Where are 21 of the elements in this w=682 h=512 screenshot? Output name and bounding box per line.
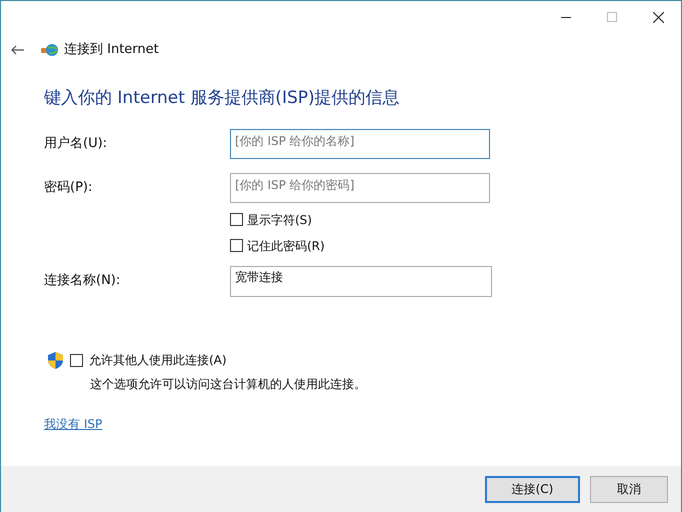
checkbox[interactable]: [70, 354, 83, 366]
field-label: 密码(P):: [44, 178, 94, 197]
checkbox-label[interactable]: 允许其他人使用此连接(A): [89, 351, 227, 369]
dialog-button[interactable]: 连接(C): [485, 476, 580, 502]
checkbox[interactable]: [230, 239, 243, 252]
field-label: 用户名(U):: [44, 134, 108, 153]
no-isp-link[interactable]: 我没有 ISP: [44, 414, 102, 432]
field-label: 连接名称(N):: [44, 272, 122, 290]
dialog-button[interactable]: 取消: [590, 476, 668, 502]
globe-icon: [41, 43, 59, 57]
input-field[interactable]: 宽带连接: [230, 266, 492, 296]
window-title: 连接到 Internet: [64, 41, 159, 60]
shield-icon: [47, 350, 64, 370]
back-arrow-icon[interactable]: [11, 45, 25, 55]
checkbox[interactable]: [230, 213, 243, 226]
checkbox-label[interactable]: 显示字符(S): [247, 210, 312, 228]
checkbox-label[interactable]: 记住此密码(R): [247, 236, 325, 254]
input-field[interactable]: [你的 ISP 给你的名称]: [230, 128, 490, 158]
option-description: 这个选项允许可以访问这台计算机的人使用此连接。: [90, 376, 367, 392]
page-heading: 键入你的 Internet 服务提供商(ISP)提供的信息: [44, 87, 401, 110]
input-field[interactable]: [你的 ISP 给你的密码]: [230, 172, 490, 202]
